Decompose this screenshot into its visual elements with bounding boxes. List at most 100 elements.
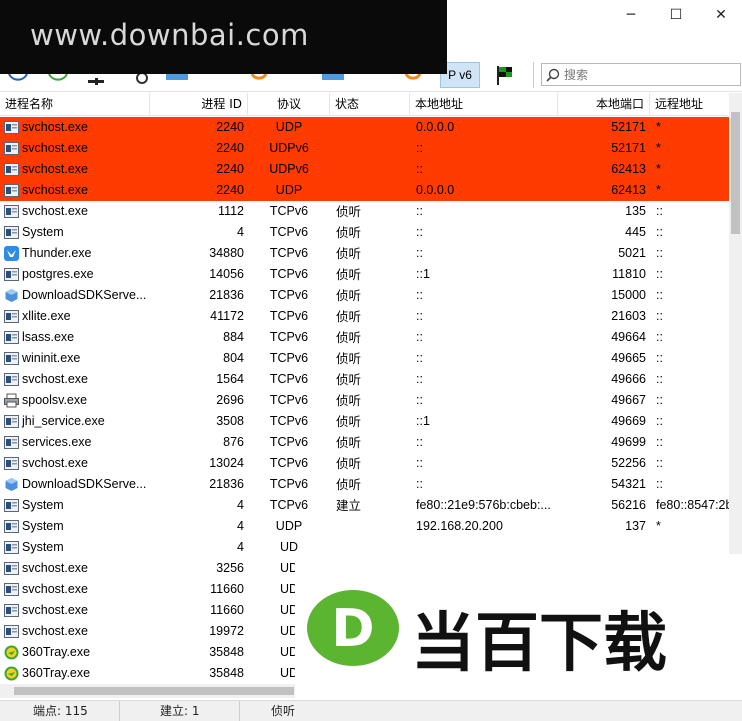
listening-count: 侦听 (271, 704, 296, 718)
column-local-address[interactable]: 本地地址 (410, 93, 558, 116)
table-row[interactable]: svchost.exe 2240 UDPv6:: 52171 * (0, 138, 729, 159)
process-name: System (22, 519, 64, 533)
table-row[interactable]: svchost.exe 2240 UDPv6:: 62413 * (0, 159, 729, 180)
search-box[interactable] (541, 63, 741, 86)
process-name: svchost.exe (22, 603, 89, 617)
local-address: :: (416, 351, 423, 365)
local-port: 62413 (611, 162, 646, 176)
table-row[interactable]: wininit.exe 804 TCPv6 侦听:: 49665:: (0, 348, 729, 369)
local-address: :: (416, 393, 423, 407)
connection-state: 侦听 (336, 225, 362, 240)
ipv6-toggle-label: P v6 (448, 68, 472, 82)
table-row[interactable]: svchost.exe 2240 UDP 0.0.0.0 52171 * (0, 117, 729, 138)
local-address: :: (416, 246, 423, 260)
search-input[interactable] (564, 67, 734, 82)
logo-mark-icon: D (307, 590, 399, 666)
local-address: :: (416, 141, 423, 155)
protocol: TCPv6 (269, 351, 309, 365)
close-button[interactable]: ✕ (698, 0, 742, 30)
table-row[interactable]: svchost.exe 1112 TCPv6 侦听:: 135:: (0, 201, 729, 222)
process-name: lsass.exe (22, 330, 75, 344)
connection-state: 侦听 (336, 351, 362, 366)
gear-icon[interactable] (132, 72, 152, 90)
table-row[interactable]: jhi_service.exe 3508 TCPv6 侦听::1 49669:: (0, 411, 729, 432)
table-row[interactable]: svchost.exe 1564 TCPv6 侦听:: 49666:: (0, 369, 729, 390)
table-row[interactable]: System 4 TCPv6 侦听:: 445:: (0, 222, 729, 243)
status-bar: 端点: 115 建立: 1 侦听 (0, 700, 742, 721)
local-port: 49666 (611, 372, 646, 386)
minimize-button[interactable]: ─ (608, 0, 654, 30)
remote-address: * (656, 141, 661, 155)
tcpv6-filter-icon[interactable] (322, 74, 344, 90)
table-row[interactable]: DownloadSDKServe... 21836 TCPv6 侦听:: 54321:: (0, 474, 729, 495)
process-id: 21836 (209, 288, 244, 302)
process-id: 3256 (216, 561, 244, 575)
column-local-port[interactable]: 本地端口 (558, 93, 650, 116)
table-row[interactable]: System 4 UDP 192.168.20.200 137 * (0, 516, 729, 537)
table-row[interactable]: System 4 TCPv6 建立 fe80::21e9:576b:cbeb:... 56… (0, 495, 729, 516)
local-port: 137 (625, 519, 646, 533)
tcp-filter-icon[interactable] (166, 74, 188, 90)
connection-state: 侦听 (336, 204, 362, 219)
column-pid[interactable]: 进程 ID (150, 93, 248, 116)
column-remote-address[interactable]: 远程地址 (650, 93, 729, 116)
table-row[interactable]: Thunder.exe 34880 TCPv6 侦听:: 5021:: (0, 243, 729, 264)
settings-icon[interactable] (86, 74, 110, 90)
endpoint-count: 端点: 115 (0, 701, 120, 721)
table-row[interactable]: svchost.exe 2240 UDP 0.0.0.0 62413 * (0, 180, 729, 201)
flag-icon[interactable] (489, 62, 519, 88)
process-id: 884 (223, 330, 244, 344)
remote-address: * (656, 120, 661, 134)
remote-address: :: (656, 414, 663, 428)
process-name: svchost.exe (22, 120, 89, 134)
protocol: TCPv6 (269, 267, 309, 281)
process-id: 11660 (210, 603, 244, 617)
process-name: svchost.exe (22, 582, 89, 596)
table-row[interactable]: services.exe 876 TCPv6 侦听:: 49699:: (0, 432, 729, 453)
table-row[interactable]: postgres.exe 14056 TCPv6 侦听::1 11810:: (0, 264, 729, 285)
local-address: fe80::21e9:576b:cbeb:... (416, 498, 551, 512)
logo-letter: D (331, 599, 374, 659)
protocol: TCPv6 (269, 393, 309, 407)
connection-state: 侦听 (336, 309, 362, 324)
protocol: TCPv6 (269, 435, 309, 449)
process-id: 35848 (209, 666, 244, 680)
local-port: 135 (625, 204, 646, 218)
vertical-scroll-thumb[interactable] (731, 112, 740, 234)
watermark-banner: www.downbai.com (0, 0, 447, 74)
remote-address: :: (656, 351, 663, 365)
site-logo: D 当百下载 (295, 554, 742, 700)
protocol: TCPv6 (269, 246, 309, 260)
connection-state: 建立 (336, 498, 362, 513)
process-name: svchost.exe (22, 456, 89, 470)
process-id: 35848 (209, 645, 244, 659)
udpv6-filter-icon[interactable] (404, 73, 422, 90)
watermark-text: www.downbai.com (30, 18, 309, 52)
table-row[interactable]: spoolsv.exe 2696 TCPv6 侦听:: 49667:: (0, 390, 729, 411)
process-id: 11660 (210, 582, 244, 596)
local-address: :: (416, 435, 423, 449)
remote-address: fe80::8547:2b (656, 498, 729, 512)
check-icon[interactable] (46, 73, 70, 90)
process-name: System (22, 225, 64, 239)
maximize-button[interactable]: ☐ (653, 0, 699, 30)
process-name: DownloadSDKServe... (22, 288, 147, 302)
search-icon (542, 68, 564, 82)
table-row[interactable]: svchost.exe 13024 TCPv6 侦听:: 52256:: (0, 453, 729, 474)
remote-address: * (656, 162, 661, 176)
local-address: :: (416, 309, 423, 323)
protocol: TCPv6 (269, 477, 309, 491)
process-name: services.exe (22, 435, 92, 449)
process-name: svchost.exe (22, 141, 89, 155)
toolbar-divider (533, 62, 534, 88)
column-protocol[interactable]: 协议 (248, 93, 330, 116)
refresh-icon[interactable] (6, 73, 30, 90)
column-state[interactable]: 状态 (330, 93, 410, 116)
horizontal-scroll-thumb[interactable] (14, 687, 294, 695)
table-row[interactable]: DownloadSDKServe... 21836 TCPv6 侦听:: 15000:: (0, 285, 729, 306)
local-port: 52256 (611, 456, 646, 470)
udp-filter-icon[interactable] (250, 73, 268, 90)
table-row[interactable]: lsass.exe 884 TCPv6 侦听:: 49664:: (0, 327, 729, 348)
table-row[interactable]: xllite.exe 41172 TCPv6 侦听:: 21603:: (0, 306, 729, 327)
column-process-name[interactable]: 进程名称 (0, 93, 150, 116)
